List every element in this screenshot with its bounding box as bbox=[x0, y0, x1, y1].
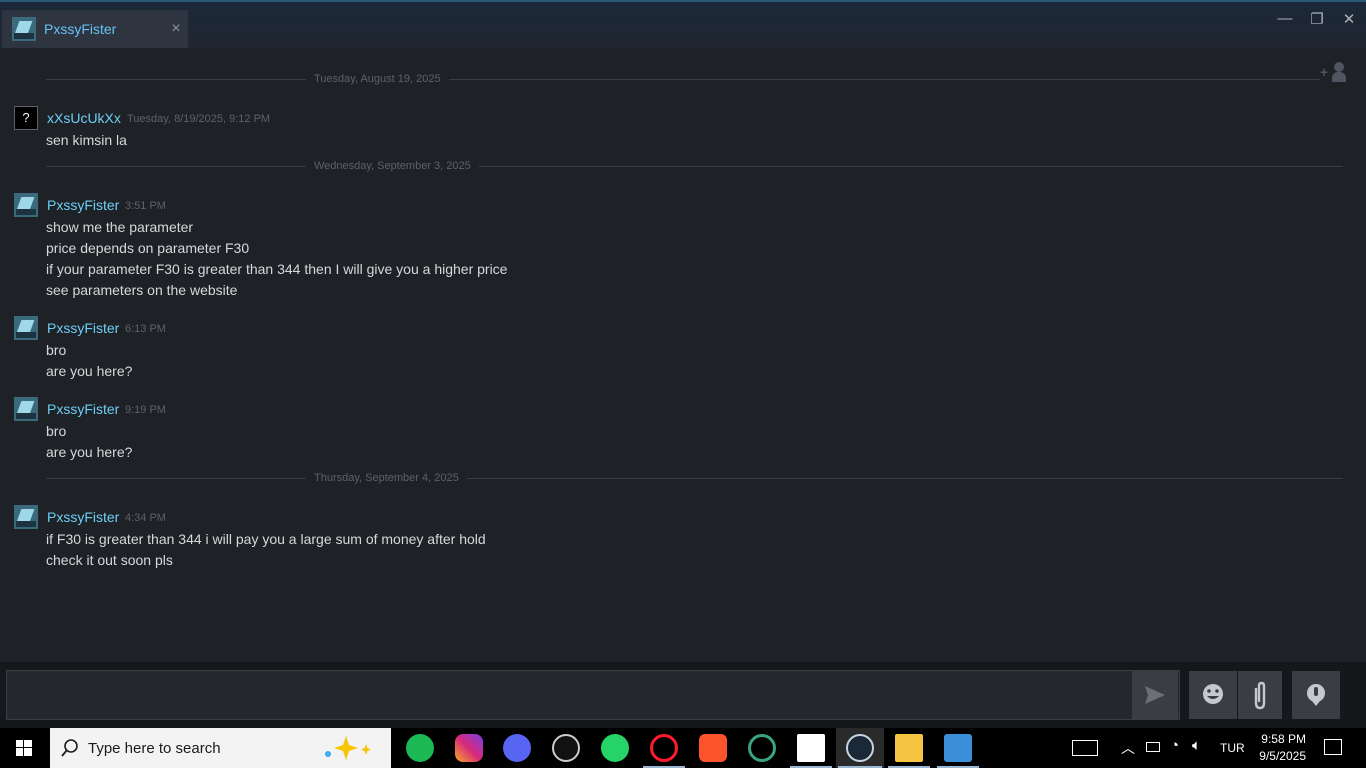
search-icon bbox=[61, 739, 78, 757]
message-author[interactable]: xXsUcUkXx bbox=[47, 110, 121, 126]
chat-tab[interactable]: PxssyFister × bbox=[2, 10, 188, 48]
emoji-button[interactable] bbox=[1189, 671, 1237, 719]
message-text: bro bbox=[46, 423, 67, 439]
date-divider-label: Tuesday, August 19, 2025 bbox=[306, 73, 449, 85]
plus-icon: + bbox=[1320, 64, 1329, 80]
composer bbox=[0, 662, 1366, 728]
message-timestamp: Tuesday, 8/19/2025, 9:12 PM bbox=[127, 113, 271, 125]
news-icon[interactable] bbox=[1072, 740, 1098, 756]
taskbar: Type here to search ︿ ◔ 🔈︎ TUR 9:58 PM 9… bbox=[0, 728, 1366, 768]
date-divider bbox=[46, 79, 1320, 80]
voice-chat-button[interactable]: + bbox=[1320, 62, 1346, 82]
steam-icon[interactable] bbox=[846, 734, 874, 762]
user-avatar[interactable] bbox=[14, 316, 38, 340]
attachment-icon bbox=[1254, 681, 1266, 710]
photos-icon[interactable] bbox=[944, 734, 972, 762]
notifications-icon[interactable] bbox=[1324, 739, 1342, 755]
clock-date[interactable]: 9/5/2025 bbox=[1250, 749, 1306, 763]
message-timestamp: 3:51 PM bbox=[125, 200, 166, 212]
message-timestamp: 4:34 PM bbox=[125, 512, 166, 524]
message-timestamp: 9:19 PM bbox=[125, 404, 166, 416]
user-avatar[interactable] bbox=[14, 505, 38, 529]
message-author[interactable]: PxssyFister bbox=[47, 320, 119, 336]
message-text: see parameters on the website bbox=[46, 282, 238, 298]
brave-icon[interactable] bbox=[699, 734, 727, 762]
title-bar: PxssyFister × — ❐ ✕ bbox=[0, 0, 1366, 48]
message-author[interactable]: PxssyFister bbox=[47, 401, 119, 417]
send-icon bbox=[1145, 686, 1165, 704]
user-avatar[interactable] bbox=[14, 397, 38, 421]
minimize-button[interactable]: — bbox=[1274, 10, 1296, 30]
send-button[interactable] bbox=[1132, 671, 1178, 719]
unknown-avatar[interactable]: ? bbox=[14, 106, 38, 130]
message-author[interactable]: PxssyFister bbox=[47, 197, 119, 213]
chat-history[interactable]: + Tuesday, August 19, 2025 ? xXsUcUkXx T… bbox=[0, 48, 1366, 662]
user-avatar[interactable] bbox=[14, 193, 38, 217]
maximize-button[interactable]: ❐ bbox=[1306, 10, 1328, 30]
speedtest-icon[interactable] bbox=[552, 734, 580, 762]
message-text: show me the parameter bbox=[46, 219, 194, 235]
file-explorer-icon[interactable] bbox=[895, 734, 923, 762]
message-text: if F30 is greater than 344 i will pay yo… bbox=[46, 531, 486, 547]
opera-icon[interactable] bbox=[650, 734, 678, 762]
taskbar-search[interactable]: Type here to search bbox=[50, 728, 391, 768]
date-divider-label: Wednesday, September 3, 2025 bbox=[306, 160, 479, 172]
message-text: are you here? bbox=[46, 444, 133, 460]
message-text: if your parameter F30 is greater than 34… bbox=[46, 261, 508, 277]
tab-avatar bbox=[12, 17, 36, 41]
message-author[interactable]: PxssyFister bbox=[47, 509, 119, 525]
opera-gx-icon[interactable] bbox=[748, 734, 776, 762]
close-button[interactable]: ✕ bbox=[1338, 10, 1360, 30]
date-divider bbox=[46, 166, 1343, 167]
chevron-up-icon[interactable]: ︿ bbox=[1121, 738, 1135, 758]
date-divider-label: Thursday, September 4, 2025 bbox=[306, 472, 467, 484]
discord-icon[interactable] bbox=[503, 734, 531, 762]
attachment-button[interactable] bbox=[1238, 671, 1282, 719]
message-text: are you here? bbox=[46, 363, 133, 379]
message-text: price depends on parameter F30 bbox=[46, 240, 250, 256]
start-button[interactable] bbox=[0, 728, 48, 768]
sparkle-icon bbox=[325, 736, 371, 760]
battery-icon[interactable] bbox=[1146, 742, 1160, 752]
message-text: bro bbox=[46, 342, 67, 358]
language-indicator[interactable]: TUR bbox=[1220, 741, 1245, 755]
tab-label: PxssyFister bbox=[44, 21, 117, 37]
voice-message-button[interactable] bbox=[1292, 671, 1340, 719]
message-text: check it out soon pls bbox=[46, 552, 173, 568]
person-icon bbox=[1334, 62, 1344, 72]
emoji-icon bbox=[1203, 684, 1223, 704]
whatsapp-icon[interactable] bbox=[601, 734, 629, 762]
windows-icon bbox=[16, 740, 32, 756]
message-timestamp: 6:13 PM bbox=[125, 323, 166, 335]
date-divider bbox=[46, 478, 1343, 479]
clock-time[interactable]: 9:58 PM bbox=[1256, 732, 1306, 746]
spotify-icon[interactable] bbox=[406, 734, 434, 762]
wifi-icon[interactable]: ◔ bbox=[1170, 737, 1179, 754]
search-placeholder: Type here to search bbox=[88, 740, 221, 757]
tab-close-button[interactable]: × bbox=[164, 20, 188, 38]
alienware-icon[interactable] bbox=[797, 734, 825, 762]
instagram-icon[interactable] bbox=[455, 734, 483, 762]
voice-icon bbox=[1307, 684, 1325, 706]
volume-icon[interactable]: 🔈︎ bbox=[1192, 737, 1201, 754]
message-input[interactable] bbox=[6, 670, 1180, 720]
message-text: sen kimsin la bbox=[46, 132, 127, 148]
